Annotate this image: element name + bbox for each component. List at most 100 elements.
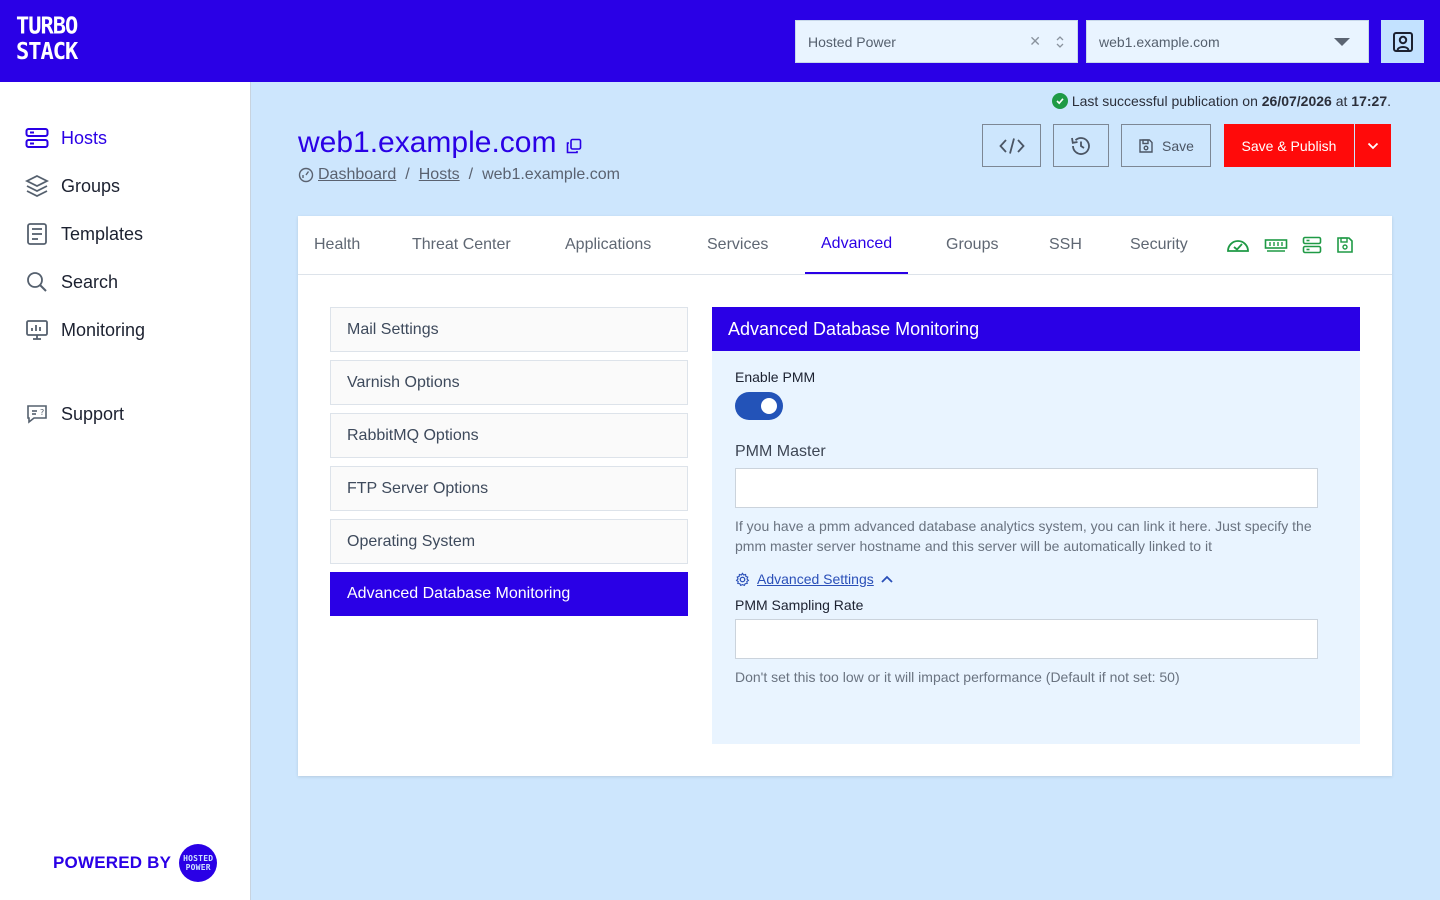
powered-by[interactable]: POWERED BY HOSTED POWER (53, 844, 218, 882)
tab-bar: Health Threat Center Applications Servic… (298, 216, 1392, 275)
search-icon (25, 270, 49, 294)
menu-item-varnish-options[interactable]: Varnish Options (330, 360, 688, 405)
sidebar-item-label: Search (61, 271, 119, 292)
monitor-icon (25, 318, 49, 342)
disk-icon[interactable] (1336, 236, 1354, 254)
sidebar-item-label: Monitoring (61, 319, 146, 340)
pmm-sampling-label: PMM Sampling Rate (735, 597, 864, 613)
tab-services[interactable]: Services (691, 216, 784, 274)
save-button[interactable]: Save (1121, 124, 1211, 167)
sidebar-item-groups[interactable]: Groups (25, 172, 120, 200)
menu-item-advanced-database-monitoring[interactable]: Advanced Database Monitoring (330, 572, 688, 616)
save-publish-label: Save & Publish (1241, 137, 1337, 154)
host-select-value: web1.example.com (1099, 33, 1220, 50)
menu-item-ftp-server-options[interactable]: FTP Server Options (330, 466, 688, 511)
pmm-sampling-help: Don't set this too low or it will impact… (735, 669, 1180, 685)
breadcrumb-separator: / (468, 166, 474, 183)
toggle-knob (761, 398, 777, 414)
svg-text:?: ? (40, 408, 44, 417)
publication-status: Last successful publication on 26/07/202… (1051, 93, 1391, 109)
view-code-button[interactable] (982, 124, 1041, 167)
organization-select-value: Hosted Power (808, 33, 896, 50)
caret-down-icon (1334, 37, 1350, 46)
enable-pmm-toggle[interactable] (735, 392, 783, 420)
server-status-icon[interactable] (1302, 236, 1322, 254)
history-icon (1071, 136, 1090, 155)
hosted-power-logo: HOSTED POWER (179, 844, 218, 882)
panel-title: Advanced Database Monitoring (712, 307, 1360, 351)
code-icon (998, 137, 1025, 154)
sidebar-item-support[interactable]: ? Support (25, 400, 124, 428)
sidebar-item-label: Groups (61, 175, 121, 196)
logo-line-1: TURBO (16, 13, 78, 40)
template-icon (25, 222, 49, 246)
host-select[interactable]: web1.example.com (1086, 20, 1369, 63)
pmm-master-input[interactable] (735, 468, 1318, 508)
status-prefix: Last successful publication on (1071, 93, 1258, 109)
breadcrumb-current: web1.example.com (482, 166, 620, 183)
check-circle-icon (1051, 93, 1068, 109)
turbostack-logo[interactable]: TURBO STACK (16, 13, 78, 68)
chevron-up-icon (881, 575, 893, 583)
sidebar-item-search[interactable]: Search (25, 268, 118, 296)
menu-item-operating-system[interactable]: Operating System (330, 519, 688, 564)
tab-applications[interactable]: Applications (549, 216, 667, 274)
status-mid: at (1335, 93, 1348, 109)
sidebar-item-label: Hosts (61, 127, 108, 148)
status-suffix: . (1387, 93, 1391, 109)
page-title-text: web1.example.com (298, 126, 557, 159)
top-bar: TURBO STACK Hosted Power ✕ web1.example.… (0, 0, 1440, 82)
breadcrumb: Dashboard / Hosts / web1.example.com (298, 166, 620, 184)
menu-item-rabbitmq-options[interactable]: RabbitMQ Options (330, 413, 688, 458)
user-profile-button[interactable] (1381, 20, 1424, 63)
save-icon (1139, 138, 1153, 153)
tab-health[interactable]: Health (298, 216, 376, 274)
gear-icon (735, 571, 750, 586)
pmm-sampling-input[interactable] (735, 619, 1318, 659)
breadcrumb-hosts[interactable]: Hosts (419, 166, 460, 184)
breadcrumb-separator: / (405, 166, 410, 183)
tab-advanced[interactable]: Advanced (805, 216, 909, 274)
sidebar-item-templates[interactable]: Templates (25, 220, 143, 248)
status-date: 26/07/2026 (1261, 93, 1332, 109)
publish-options-button[interactable] (1355, 124, 1391, 167)
sidebar: Hosts Groups Templates Search Monitoring… (0, 82, 251, 900)
memory-icon[interactable] (1264, 237, 1288, 253)
powered-by-label: POWERED BY (53, 853, 172, 872)
sidebar-item-hosts[interactable]: Hosts (25, 124, 107, 152)
advanced-db-monitoring-panel: Advanced Database Monitoring Enable PMM … (712, 307, 1360, 744)
gauge-icon[interactable] (1226, 237, 1250, 253)
chevron-down-icon (1367, 142, 1379, 149)
tab-groups[interactable]: Groups (930, 216, 1014, 274)
breadcrumb-dashboard[interactable]: Dashboard (318, 166, 396, 184)
save-button-label: Save (1162, 137, 1194, 154)
sidebar-item-monitoring[interactable]: Monitoring (25, 316, 145, 344)
enable-pmm-label: Enable PMM (735, 369, 816, 385)
advanced-settings-toggle[interactable]: Advanced Settings (735, 571, 894, 587)
clear-icon[interactable]: ✕ (1029, 33, 1041, 50)
sidebar-item-label: Templates (61, 223, 144, 244)
pmm-master-help: If you have a pmm advanced database anal… (735, 518, 1312, 554)
advanced-menu: Mail Settings Varnish Options RabbitMQ O… (330, 307, 688, 624)
dashboard-icon (298, 167, 314, 183)
pmm-master-label: PMM Master (735, 443, 826, 460)
organization-select[interactable]: Hosted Power ✕ (795, 20, 1078, 63)
save-publish-button[interactable]: Save & Publish (1224, 124, 1354, 167)
tab-status-icons (1226, 236, 1368, 254)
layers-icon (25, 174, 49, 198)
advanced-settings-label: Advanced Settings (757, 571, 874, 587)
updown-chevron-icon (1055, 35, 1065, 49)
server-icon (25, 126, 49, 150)
support-icon: ? (25, 402, 49, 426)
tab-ssh[interactable]: SSH (1033, 216, 1098, 274)
user-icon (1392, 31, 1413, 52)
menu-item-mail-settings[interactable]: Mail Settings (330, 307, 688, 352)
page-title: web1.example.com (298, 124, 582, 162)
logo-line-2: STACK (16, 38, 78, 66)
history-button[interactable] (1053, 124, 1109, 167)
host-settings-card: Health Threat Center Applications Servic… (298, 216, 1392, 776)
tab-threat-center[interactable]: Threat Center (396, 216, 527, 274)
tab-security[interactable]: Security (1114, 216, 1204, 274)
sidebar-item-label: Support (61, 403, 125, 424)
copy-icon[interactable] (566, 128, 582, 162)
